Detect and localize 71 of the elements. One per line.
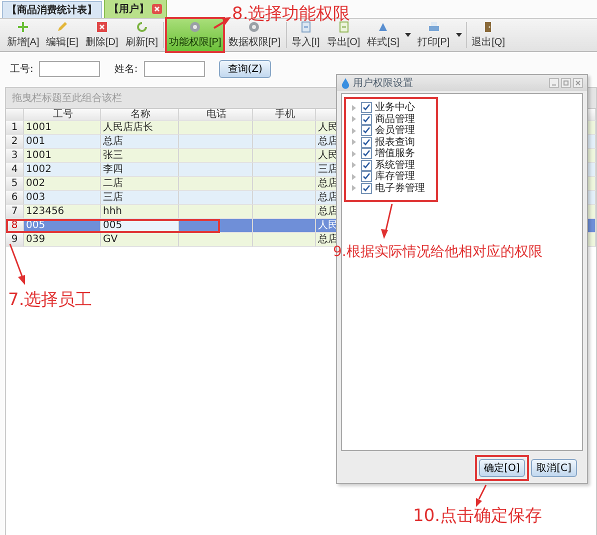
- tree-item[interactable]: 电子券管理: [375, 182, 425, 194]
- search-button[interactable]: 查询(Z): [218, 60, 272, 78]
- gear-icon: [189, 21, 202, 33]
- close-icon[interactable]: [573, 78, 583, 88]
- print-icon: [428, 21, 440, 33]
- checkbox[interactable]: [361, 148, 372, 160]
- toolbar-button[interactable]: 新增[A]: [4, 18, 42, 52]
- toolbar-button[interactable]: 功能权限[P]: [166, 18, 224, 52]
- annotation-arrow: [213, 17, 231, 29]
- plus-icon: [17, 21, 30, 33]
- checkbox[interactable]: [361, 114, 372, 125]
- toolbar-button[interactable]: 删除[D]: [82, 18, 122, 52]
- table-cell: hhh: [101, 205, 179, 219]
- table-cell: 123456: [24, 205, 101, 219]
- annotation-text: 7.选择员工: [8, 290, 92, 310]
- minimize-icon[interactable]: [549, 78, 559, 88]
- annotation-arrow: [476, 484, 487, 507]
- drop-icon: [341, 78, 350, 88]
- row-number: 4: [6, 163, 24, 177]
- triangle-icon: [377, 21, 390, 33]
- row-number: 1: [6, 121, 24, 135]
- checkbox[interactable]: [361, 171, 372, 182]
- maximize-icon[interactable]: [561, 78, 571, 88]
- row-number: 7: [6, 205, 24, 219]
- pencil-icon: [56, 21, 68, 33]
- highlight-frame: [165, 17, 226, 53]
- annotation-text: 8.选择功能权限: [232, 4, 350, 24]
- highlight-frame: [475, 455, 529, 481]
- table-cell: [253, 233, 316, 247]
- toolbar-button[interactable]: 编辑[E]: [43, 18, 82, 52]
- tree-item[interactable]: 增值服务: [375, 148, 415, 160]
- tree-item[interactable]: 业务中心: [375, 102, 415, 114]
- table-cell: 039: [24, 233, 101, 247]
- document-icon: [300, 21, 312, 33]
- annotation-arrow: [381, 204, 393, 239]
- row-number: 2: [6, 135, 24, 149]
- checkbox[interactable]: [361, 182, 372, 194]
- row-number: 9: [6, 233, 24, 247]
- toolbar-button[interactable]: 打印[P]: [414, 18, 453, 52]
- tree-item[interactable]: 报表查询: [375, 136, 415, 148]
- field-label: 姓名:: [114, 63, 138, 76]
- close-icon[interactable]: [152, 4, 162, 14]
- row-number: 6: [6, 191, 24, 205]
- checkbox[interactable]: [361, 160, 372, 171]
- field-label: 工号:: [10, 63, 34, 76]
- row-number: 3: [6, 149, 24, 163]
- cancel-button[interactable]: 取消[C]: [531, 459, 577, 477]
- toolbar-button[interactable]: 退出[Q]: [468, 18, 508, 52]
- tree-item[interactable]: 会员管理: [375, 125, 415, 136]
- window-title: 用户权限设置: [353, 76, 413, 90]
- checkbox[interactable]: [361, 102, 372, 114]
- group-hint: 拖曳栏标题至此组合该栏: [12, 92, 122, 105]
- tab[interactable]: 【用户】: [104, 0, 167, 18]
- document-icon: [338, 21, 350, 33]
- annotation-arrow: [9, 244, 25, 285]
- caret-icon[interactable]: [456, 33, 462, 37]
- caret-icon[interactable]: [405, 33, 412, 37]
- gear-icon: [248, 21, 260, 33]
- row-number: 5: [6, 177, 24, 191]
- ok-button[interactable]: 确定[O]: [479, 459, 525, 477]
- refresh-icon: [136, 21, 148, 33]
- tab[interactable]: 【商品消费统计表】: [2, 1, 102, 18]
- annotation-text: 10.点击确定保存: [413, 506, 542, 526]
- toolbar-button[interactable]: 刷新[R]: [122, 18, 162, 52]
- input-field[interactable]: [39, 61, 100, 77]
- table-cell: GV: [101, 233, 179, 247]
- delete-icon: [96, 21, 108, 33]
- checkbox[interactable]: [361, 125, 372, 136]
- input-field[interactable]: [144, 61, 205, 77]
- checkbox[interactable]: [361, 136, 372, 148]
- toolbar-button[interactable]: 样式[S]: [364, 18, 402, 52]
